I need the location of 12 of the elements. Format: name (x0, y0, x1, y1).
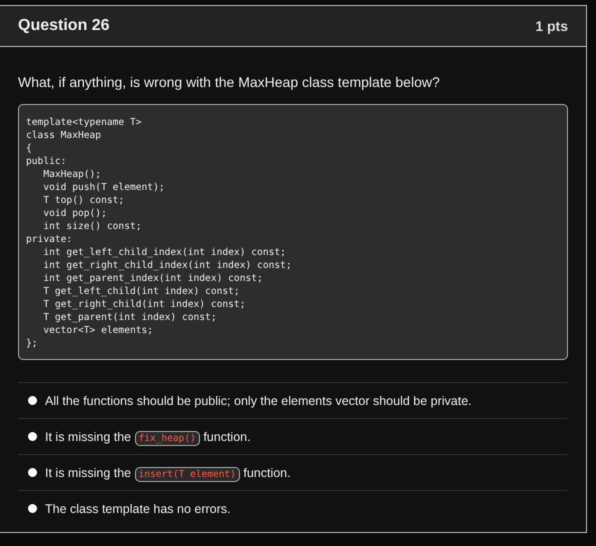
answer-text: It is missing the fix_heap() function. (45, 430, 251, 444)
question-text: What, if anything, is wrong with the MaxHeap class template below? (18, 74, 441, 90)
radio-button[interactable] (28, 468, 37, 477)
question-title: Question 26 (18, 17, 110, 35)
code-block: template<typename T> class MaxHeap { public: MaxHeap(); void push(T element); T top() const; void pop(); int size() const; private: int get_left_child_index(int index) const; int get_right_child_index(int index) const; int get_parent_index(int index) const; T get_left_child(int index) const; T get_right_child(int index) const; T get_parent(int index) const; vector<T> elements; }; (18, 104, 568, 360)
answer-text: All the functions should be public; only the elements vector should be private. (45, 394, 472, 408)
answer-text: It is missing the insert(T element) function. (45, 466, 291, 480)
points-label: 1 pts (535, 18, 568, 34)
radio-button[interactable] (28, 396, 37, 405)
radio-button[interactable] (28, 504, 37, 513)
radio-button[interactable] (28, 432, 37, 441)
answer-text: The class template has no errors. (45, 502, 230, 516)
